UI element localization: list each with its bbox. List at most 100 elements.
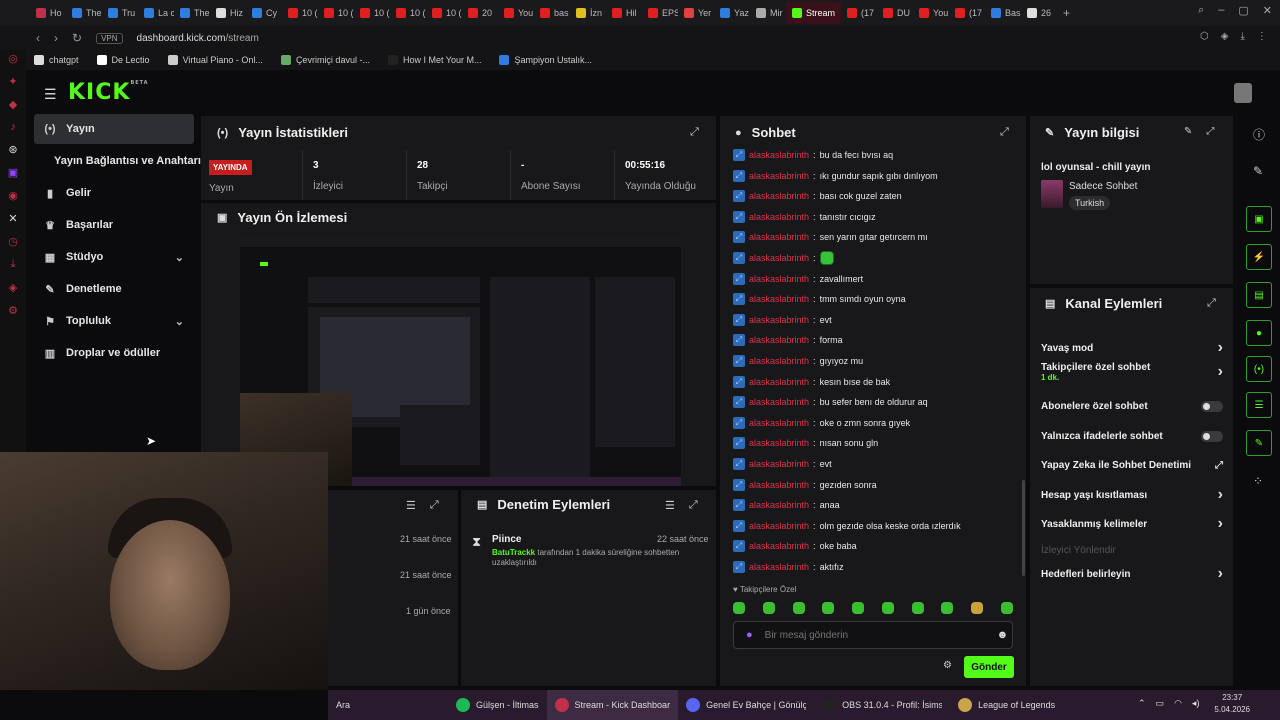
chat-username[interactable]: alaskaslabrinth (749, 191, 809, 201)
filter-icon[interactable]: ☰ (406, 499, 416, 512)
settings-icon[interactable]: ⚙ (8, 304, 18, 317)
chat-username[interactable]: alaskaslabrinth (749, 562, 809, 572)
emote-icon[interactable] (852, 602, 865, 614)
chat-input-box[interactable]: ● ☻ (733, 621, 1013, 649)
browser-tab[interactable]: 10 ( (282, 2, 318, 24)
chat-username[interactable]: alaskaslabrinth (749, 253, 809, 263)
chat-username[interactable]: alaskaslabrinth (749, 521, 809, 531)
chat-username[interactable]: alaskaslabrinth (749, 356, 809, 366)
browser-tab[interactable]: 10 ( (426, 2, 462, 24)
downloads-icon[interactable]: ⤓ (11, 258, 16, 271)
browser-tab[interactable]: EPS (642, 2, 678, 24)
tray-network-icon[interactable]: ▭ (1156, 698, 1165, 709)
chat-username[interactable]: alaskaslabrinth (749, 397, 809, 407)
browser-tab[interactable]: (17 (949, 2, 985, 24)
x-icon[interactable]: ✕ (8, 212, 17, 225)
chat-username[interactable]: alaskaslabrinth (749, 377, 809, 387)
browser-tab[interactable]: 20 (462, 2, 498, 24)
nav-item[interactable]: ▦ Stüdyo ⌄ (34, 242, 194, 272)
edit-icon[interactable]: ✎ (1184, 126, 1192, 137)
browser-tab[interactable]: The (66, 2, 102, 24)
emoji-icon[interactable]: ☻ (997, 629, 1009, 641)
expand-icon[interactable]: ⤢ (430, 499, 439, 512)
messenger-icon[interactable]: ◆ (9, 98, 17, 111)
browser-tab[interactable]: You (498, 2, 534, 24)
nav-item[interactable]: ▮ Gelir (34, 178, 194, 208)
browser-tab[interactable]: DU (877, 2, 913, 24)
browser-tab[interactable]: (17 (841, 2, 877, 24)
new-tab-icon[interactable]: + (1063, 6, 1070, 20)
chat-input[interactable] (764, 629, 985, 641)
browser-tab[interactable]: Tru (102, 2, 138, 24)
bookmark-item[interactable]: De Lectio (96, 55, 150, 65)
bookmark-item[interactable]: Virtual Piano - Onl... (167, 55, 263, 65)
hamburger-menu-icon[interactable]: ☰ (44, 86, 57, 103)
send-button[interactable]: Gönder (964, 656, 1014, 678)
browser-tab[interactable]: The (174, 2, 210, 24)
info-icon[interactable]: ⓘ (1253, 126, 1265, 143)
taskbar-app[interactable]: Genel Ev Bahçe | Gönülç (678, 690, 814, 720)
emote-icon[interactable] (911, 602, 924, 614)
browser-tab[interactable]: Hiz (210, 2, 246, 24)
channel-action-item[interactable]: Yalnızca ifadelerle sohbet (1041, 428, 1223, 444)
tray-volume-icon[interactable]: ◂) (1192, 698, 1200, 709)
channel-action-item[interactable]: Yapay Zeka ile Sohbet Denetimi ⤢ (1041, 457, 1223, 473)
emote-icon[interactable] (881, 602, 894, 614)
back-icon[interactable]: ‹ (36, 31, 40, 45)
channel-action-item[interactable]: Hesap yaşı kısıtlaması › (1041, 486, 1223, 503)
channel-action-item[interactable]: Yavaş mod › (1041, 339, 1223, 356)
taskbar-search[interactable]: Ara (328, 690, 448, 720)
nav-item[interactable]: (•) Yayın (34, 114, 194, 144)
browser-tab[interactable]: Bas (985, 2, 1021, 24)
wallet-icon[interactable]: ◈ (1221, 31, 1229, 42)
maximize-button[interactable]: ▢ (1238, 4, 1248, 17)
toggle-switch[interactable] (1201, 430, 1223, 442)
chat-username[interactable]: alaskaslabrinth (749, 294, 809, 304)
menu-icon[interactable]: ⋮ (1257, 31, 1267, 42)
chat-scrollbar[interactable] (1022, 480, 1025, 576)
instagram-icon[interactable]: ◉ (8, 189, 18, 202)
emote-icon[interactable] (941, 602, 954, 614)
history-icon[interactable]: ◷ (8, 235, 18, 248)
url-field[interactable]: dashboard.kick.com/stream (137, 33, 259, 44)
nav-item[interactable]: Yayın Bağlantısı ve Anahtarı (34, 146, 201, 176)
emote-icon[interactable] (822, 602, 835, 614)
chat-username[interactable]: alaskaslabrinth (749, 335, 809, 345)
taskbar-app[interactable]: League of Legends (950, 690, 1063, 720)
tray-chevron-icon[interactable]: ⌃ (1138, 698, 1146, 709)
forward-icon[interactable]: › (54, 31, 58, 45)
rail-apps-icon[interactable]: ⁘ (1253, 474, 1263, 488)
browser-tab[interactable]: İzn (570, 2, 606, 24)
music-icon[interactable]: ♪ (10, 121, 16, 133)
kick-logo[interactable]: KICKBETA (68, 80, 149, 105)
browser-tab[interactable]: Yaz (714, 2, 750, 24)
channel-action-item[interactable]: Takipçilere özel sohbet 1 dk. › (1041, 362, 1223, 382)
pencil-icon[interactable]: ✎ (1253, 164, 1263, 178)
chat-username[interactable]: alaskaslabrinth (749, 315, 809, 325)
emote-icon[interactable] (1000, 602, 1013, 614)
browser-tab[interactable]: La c (138, 2, 174, 24)
nav-item[interactable]: ▥ Droplar ve ödüller (34, 338, 194, 368)
emote-icon[interactable] (971, 602, 984, 614)
browser-tab[interactable]: Yer (678, 2, 714, 24)
reload-icon[interactable]: ↻ (72, 31, 82, 45)
bookmark-item[interactable]: How I Met Your M... (387, 55, 481, 65)
microphone-icon[interactable]: ● (746, 629, 753, 641)
browser-tab[interactable]: 10 ( (354, 2, 390, 24)
minimize-button[interactable]: – (1218, 4, 1224, 17)
browser-tab[interactable]: 10 ( (318, 2, 354, 24)
tray-wifi-icon[interactable]: ◠ (1174, 698, 1182, 709)
rail-camera-icon[interactable]: ▣ (1246, 206, 1272, 232)
nav-item[interactable]: ♛ Başarılar (34, 210, 194, 240)
expand-icon[interactable]: ⤢ (1000, 126, 1009, 139)
chatgpt-icon[interactable]: ⊛ (8, 143, 17, 156)
chat-username[interactable]: alaskaslabrinth (749, 150, 809, 160)
rail-wrench-icon[interactable]: ✎ (1246, 430, 1272, 456)
bookmark-item[interactable]: chatgpt (34, 55, 79, 65)
expand-icon[interactable]: ⤢ (1206, 126, 1214, 137)
close-window-button[interactable]: ✕ (1263, 4, 1272, 17)
chat-username[interactable]: alaskaslabrinth (749, 480, 809, 490)
rail-layout-icon[interactable]: ☰ (1246, 392, 1272, 418)
search-tabs-icon[interactable]: ⌕ (1198, 4, 1204, 17)
twitch-icon[interactable]: ▣ (8, 166, 18, 179)
